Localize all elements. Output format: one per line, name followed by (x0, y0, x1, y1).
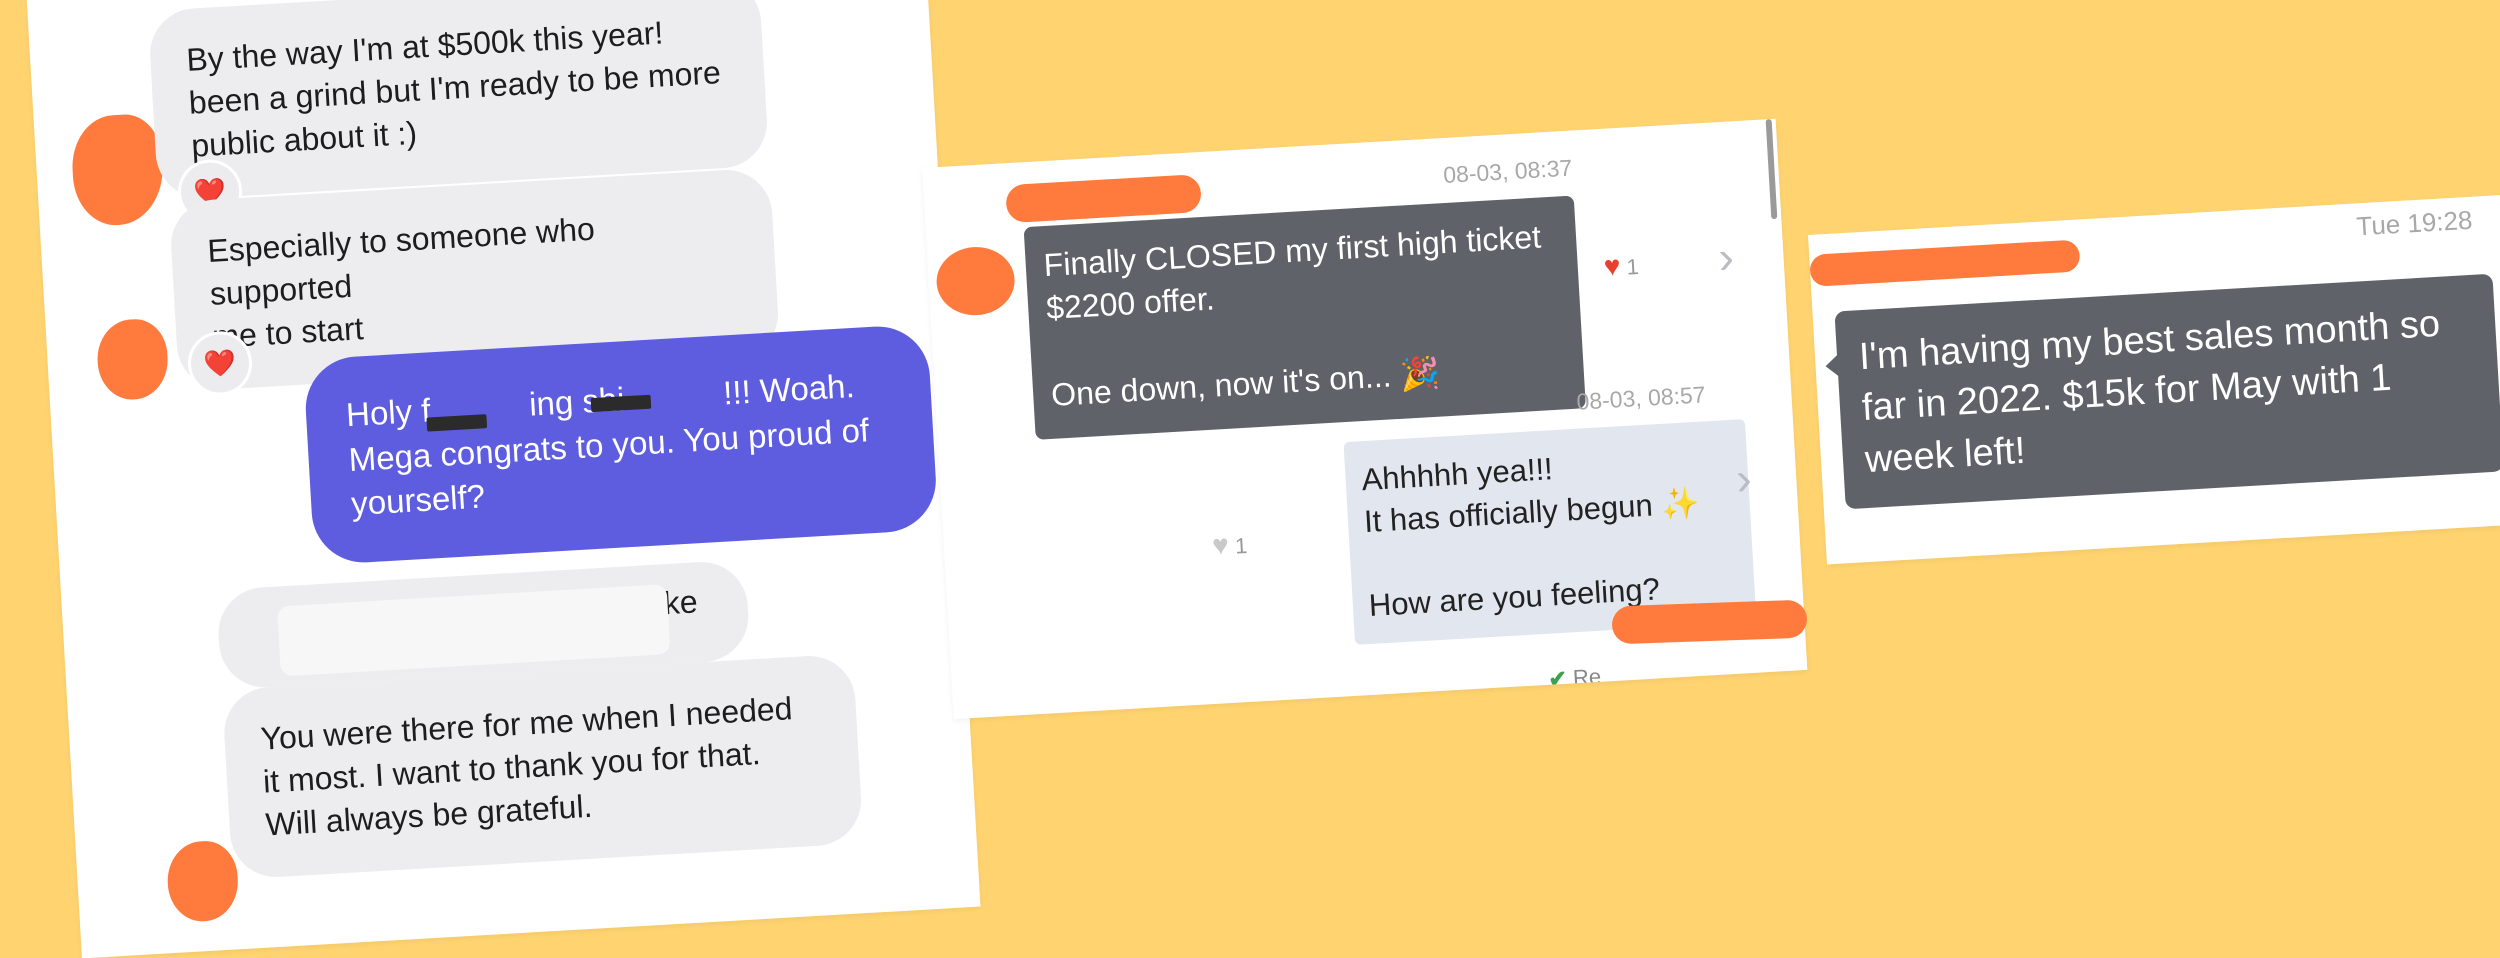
heart-icon: ♥ (1211, 528, 1230, 561)
redaction-smudge (277, 584, 671, 677)
like-reaction[interactable]: ♥ 1 (1211, 528, 1248, 562)
like-reaction[interactable]: ♥ 1 (1603, 249, 1640, 283)
timestamp: Tue 19:28 (2355, 204, 2474, 242)
chat-card-imessage: By the way I'm at $500k this year! been … (25, 0, 981, 958)
timestamp: 08-03, 08:57 (1575, 381, 1707, 415)
heart-icon: ❤️ (202, 347, 237, 379)
read-receipt: ✔ Re (1548, 664, 1602, 693)
chevron-right-icon[interactable]: › (1735, 452, 1753, 505)
message-bubble-1[interactable]: By the way I'm at $500k this year! been … (147, 0, 770, 201)
chat-card-sales: Tue 19:28 I'm having my best sales month… (1808, 193, 2500, 565)
name-redaction (1611, 599, 1808, 645)
sent-message-bubble[interactable]: Holy f ing shi !!! Woah. Mega congrats t… (302, 323, 939, 565)
like-count: 1 (1625, 253, 1640, 280)
like-count: 1 (1234, 532, 1248, 559)
read-label: Re (1572, 663, 1602, 691)
name-redaction (1809, 239, 2081, 287)
message-bubble-3[interactable]: You were there for me when I needed it m… (221, 653, 864, 880)
timestamp: 08-03, 08:37 (1442, 154, 1573, 188)
checkmark-icon: ✔ (1547, 665, 1568, 692)
heart-icon: ♥ (1602, 249, 1622, 282)
name-redaction (1005, 174, 1202, 224)
avatar[interactable] (934, 244, 1017, 318)
scrollbar[interactable] (1765, 119, 1778, 220)
message-bubble-dark[interactable]: Finally CLOSED my first high ticket $220… (1023, 195, 1586, 440)
message-bubble-dark[interactable]: I'm having my best sales month so far in… (1834, 273, 2500, 510)
avatar[interactable] (95, 317, 170, 402)
chevron-right-icon[interactable]: › (1717, 230, 1735, 283)
avatar[interactable] (165, 839, 240, 924)
avatar[interactable] (69, 112, 166, 228)
bubble-tail (1824, 353, 1841, 379)
